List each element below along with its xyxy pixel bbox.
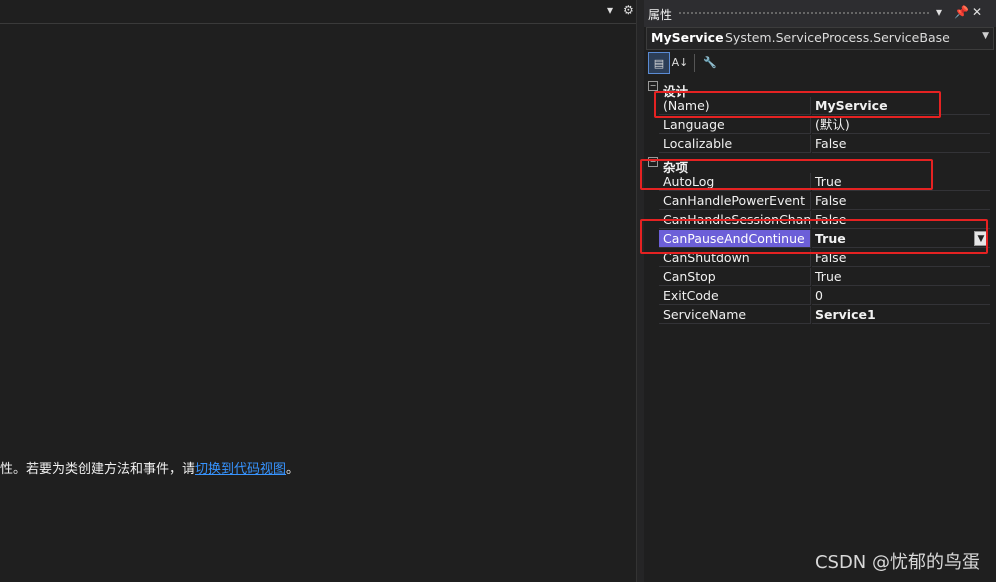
chevron-down-icon: ▼ <box>982 31 989 41</box>
designer-toolbar: ▾ ⚙ <box>0 0 636 24</box>
category-header[interactable]: − 杂项 <box>644 154 990 175</box>
designer-message-end: 。 <box>286 462 300 477</box>
property-name[interactable]: Localizable <box>659 135 811 153</box>
categorized-icon[interactable]: ▤ <box>648 52 670 74</box>
property-value[interactable]: Service1 <box>812 306 990 324</box>
property-grid: − 设计 (Name) MyService Language (默认) Localizabl… <box>644 78 990 325</box>
toolbar-separator <box>694 54 695 72</box>
property-value-text: True <box>815 174 842 189</box>
property-row[interactable]: ExitCode 0 <box>644 287 990 306</box>
property-value[interactable]: True <box>812 268 990 286</box>
property-value[interactable]: MyService <box>812 97 990 115</box>
panel-title: 属性 <box>648 8 673 22</box>
dropdown-icon[interactable]: ▾ <box>607 3 613 17</box>
property-value[interactable]: False <box>812 249 990 267</box>
property-value[interactable]: True ▼ <box>812 230 990 248</box>
property-value-text: False <box>815 250 847 265</box>
close-icon[interactable]: ✕ <box>972 5 982 19</box>
collapse-icon[interactable]: − <box>648 81 658 91</box>
property-name[interactable]: ServiceName <box>659 306 811 324</box>
property-name[interactable]: CanPauseAndContinue <box>659 230 811 248</box>
property-row[interactable]: ServiceName Service1 <box>644 306 990 325</box>
property-row[interactable]: (Name) MyService <box>644 97 990 116</box>
titlebar-grip[interactable] <box>678 11 930 16</box>
property-value-text: False <box>815 136 847 151</box>
property-name[interactable]: CanHandlePowerEvent <box>659 192 811 210</box>
property-value-text: True <box>815 269 842 284</box>
property-name[interactable]: Language <box>659 116 811 134</box>
wrench-icon[interactable]: 🔧 <box>700 52 720 72</box>
property-value[interactable]: False <box>812 135 990 153</box>
category-header[interactable]: − 设计 <box>644 78 990 99</box>
property-value-text: True <box>815 231 846 246</box>
property-value[interactable]: 0 <box>812 287 990 305</box>
designer-surface[interactable]: ▾ ⚙ 性。若要为类创建方法和事件，请切换到代码视图。 <box>0 0 636 582</box>
window-position-icon[interactable]: ▾ <box>936 5 942 19</box>
property-row[interactable]: CanShutdown False <box>644 249 990 268</box>
property-row[interactable]: CanHandlePowerEvent False <box>644 192 990 211</box>
pin-icon[interactable]: 📌 <box>954 5 969 19</box>
property-value[interactable]: True <box>812 173 990 191</box>
property-name[interactable]: (Name) <box>659 97 811 115</box>
properties-panel: 属性 ▾ 📌 ✕ MyService System.ServiceProcess… <box>640 0 996 582</box>
property-name[interactable]: ExitCode <box>659 287 811 305</box>
property-row[interactable]: CanHandleSessionChangeEvent False <box>644 211 990 230</box>
switch-to-code-view-link[interactable]: 切换到代码视图 <box>195 462 286 477</box>
property-value-text: (默认) <box>815 117 850 132</box>
properties-titlebar: 属性 ▾ 📌 ✕ <box>644 0 996 27</box>
property-name[interactable]: CanStop <box>659 268 811 286</box>
object-selector[interactable]: MyService System.ServiceProcess.ServiceB… <box>646 27 994 50</box>
property-value[interactable]: (默认) <box>812 116 990 134</box>
object-name: MyService <box>651 30 724 45</box>
property-name[interactable]: CanHandleSessionChangeEvent <box>659 211 811 229</box>
property-row[interactable]: Language (默认) <box>644 116 990 135</box>
watermark: CSDN @忧郁的鸟蛋 <box>814 552 980 573</box>
property-row[interactable]: CanPauseAndContinue True ▼ <box>644 230 990 249</box>
property-value[interactable]: False <box>812 192 990 210</box>
collapse-icon[interactable]: − <box>648 157 658 167</box>
properties-toolbar: ▤ A↓ 🔧 <box>644 50 996 76</box>
property-value-text: MyService <box>815 98 888 113</box>
value-dropdown-button[interactable]: ▼ <box>974 231 988 246</box>
property-value-text: Service1 <box>815 307 876 322</box>
gear-icon[interactable]: ⚙ <box>623 3 634 17</box>
property-row[interactable]: Localizable False <box>644 135 990 154</box>
property-row[interactable]: CanStop True <box>644 268 990 287</box>
property-value[interactable]: False <box>812 211 990 229</box>
property-name[interactable]: CanShutdown <box>659 249 811 267</box>
designer-message-text: 性。若要为类创建方法和事件，请 <box>0 462 196 477</box>
property-value-text: False <box>815 212 847 227</box>
property-value-text: False <box>815 193 847 208</box>
property-row[interactable]: AutoLog True <box>644 173 990 192</box>
object-type: System.ServiceProcess.ServiceBase <box>725 30 950 45</box>
designer-message: 性。若要为类创建方法和事件，请切换到代码视图。 <box>0 458 299 477</box>
property-name[interactable]: AutoLog <box>659 173 811 191</box>
alphabetical-icon[interactable]: A↓ <box>670 52 690 72</box>
property-value-text: 0 <box>815 288 823 303</box>
